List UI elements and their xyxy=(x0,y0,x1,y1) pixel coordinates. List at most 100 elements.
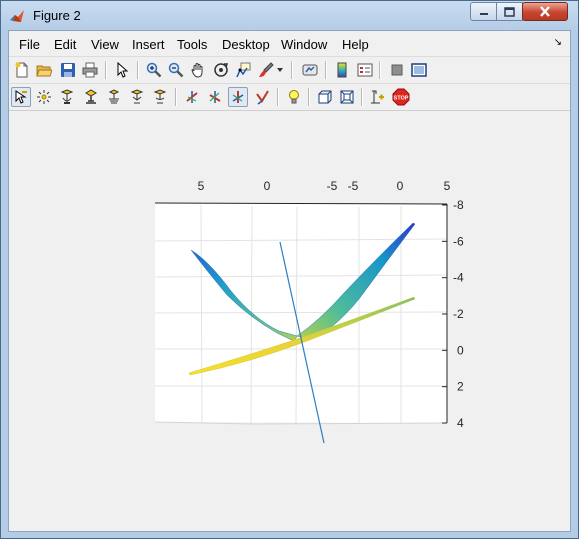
pan-button[interactable] xyxy=(188,60,208,80)
hide-plot-tools-icon xyxy=(391,64,403,76)
toolbar-separator xyxy=(325,61,327,79)
zoom-out-button[interactable] xyxy=(166,60,186,80)
no-principal-axis-button[interactable] xyxy=(252,87,272,107)
menu-insert[interactable]: Insert xyxy=(132,37,165,52)
roll-camera-icon xyxy=(153,89,167,104)
menu-help[interactable]: Help xyxy=(342,37,369,52)
right-axis-tick-label: 2 xyxy=(457,380,464,394)
edit-plot-button[interactable] xyxy=(112,60,132,80)
brush-icon xyxy=(259,62,274,77)
zoom-out-icon xyxy=(168,62,184,78)
top-axis-tick-label: 5 xyxy=(444,179,451,193)
top-axis-tick-label: 5 xyxy=(198,179,205,193)
toolbar-separator xyxy=(291,61,293,79)
pan-tilt-button[interactable] xyxy=(81,87,101,107)
close-button[interactable] xyxy=(522,2,568,21)
zoom-camera-button[interactable] xyxy=(127,87,147,107)
top-axis-tick-label: 0 xyxy=(397,179,404,193)
window-title: Figure 2 xyxy=(33,8,81,23)
zoom-in-icon xyxy=(146,62,162,78)
x-principal-axis-icon xyxy=(186,91,198,103)
select-camera-button[interactable] xyxy=(11,87,31,107)
axes-3d[interactable]: -8 -6 -4 -2 0 2 4 5 0 -5 -5 0 5 xyxy=(9,111,570,531)
brush-button[interactable] xyxy=(256,60,276,80)
z-principal-axis-icon xyxy=(232,91,244,103)
perspective-projection-button[interactable] xyxy=(337,87,357,107)
figure-client-area: File Edit View Insert Tools Desktop Wind… xyxy=(8,30,571,532)
top-axis-tick-label: 0 xyxy=(264,179,271,193)
insert-colorbar-icon xyxy=(337,62,347,78)
y-principal-axis-icon xyxy=(209,91,221,103)
move-camera-icon xyxy=(108,89,120,104)
title-bar[interactable]: Figure 2 xyxy=(1,1,578,29)
rotate-3d-button[interactable] xyxy=(211,60,231,80)
menu-window[interactable]: Window xyxy=(281,37,327,52)
maximize-button[interactable] xyxy=(496,2,523,21)
toolbar-separator xyxy=(277,88,279,106)
menu-bar: File Edit View Insert Tools Desktop Wind… xyxy=(9,31,570,55)
roll-camera-button[interactable] xyxy=(150,87,170,107)
top-axis: 5 0 -5 -5 0 5 xyxy=(154,179,451,205)
save-figure-button[interactable] xyxy=(58,60,78,80)
orbit-camera-button[interactable] xyxy=(57,87,77,107)
stop-camera-button[interactable]: STOP xyxy=(391,87,411,107)
data-cursor-button[interactable] xyxy=(233,60,253,80)
matlab-logo-icon xyxy=(10,10,24,22)
toolbar-separator xyxy=(308,88,310,106)
select-camera-icon xyxy=(15,90,27,104)
x-principal-axis-button[interactable] xyxy=(182,87,202,107)
zoom-in-button[interactable] xyxy=(144,60,164,80)
rotate-3d-icon xyxy=(214,63,229,77)
figure-window: Figure 2 File Edit View Insert Tools Des… xyxy=(0,0,579,539)
toolbar-separator xyxy=(105,61,107,79)
new-figure-icon xyxy=(15,62,28,78)
toggle-scene-light-button[interactable] xyxy=(284,87,304,107)
reset-camera-button[interactable] xyxy=(368,87,388,107)
toolbar-separator xyxy=(379,61,381,79)
top-axis-tick-label: -5 xyxy=(348,179,359,193)
z-principal-axis-button[interactable] xyxy=(228,87,248,107)
toolbar-separator xyxy=(137,61,139,79)
menu-view[interactable]: View xyxy=(91,37,119,52)
brush-dropdown-icon xyxy=(277,68,283,72)
orbit-light-button[interactable] xyxy=(34,87,54,107)
pan-tilt-icon xyxy=(85,89,97,104)
print-figure-button[interactable] xyxy=(80,60,100,80)
stop-label: STOP xyxy=(394,96,409,102)
brush-dropdown-button[interactable] xyxy=(275,60,285,80)
toggle-scene-light-icon xyxy=(289,90,299,104)
hide-plot-tools-button[interactable] xyxy=(387,60,407,80)
camera-toolbar: STOP xyxy=(9,83,570,111)
minimize-button[interactable] xyxy=(470,2,497,21)
new-figure-button[interactable] xyxy=(12,60,32,80)
perspective-projection-icon xyxy=(340,90,354,104)
menu-desktop[interactable]: Desktop xyxy=(222,37,270,52)
minimize-icon xyxy=(479,12,488,15)
link-plot-button[interactable] xyxy=(300,60,320,80)
show-plot-tools-button[interactable] xyxy=(409,60,429,80)
zoom-camera-icon xyxy=(130,89,144,104)
insert-colorbar-button[interactable] xyxy=(332,60,352,80)
figure-canvas[interactable]: -8 -6 -4 -2 0 2 4 5 0 -5 -5 0 5 xyxy=(9,111,570,531)
open-file-button[interactable] xyxy=(34,60,54,80)
pan-icon xyxy=(191,63,203,78)
menu-edit[interactable]: Edit xyxy=(54,37,76,52)
move-camera-button[interactable] xyxy=(104,87,124,107)
y-principal-axis-button[interactable] xyxy=(205,87,225,107)
reset-camera-icon xyxy=(371,90,384,104)
menu-file[interactable]: File xyxy=(19,37,40,52)
top-axis-tick-label: -5 xyxy=(327,179,338,193)
print-figure-icon xyxy=(82,62,98,78)
maximize-icon xyxy=(504,6,515,17)
insert-legend-button[interactable] xyxy=(355,60,375,80)
save-figure-icon xyxy=(61,63,75,77)
menu-tools[interactable]: Tools xyxy=(177,37,207,52)
dock-figure-icon[interactable]: ↘ xyxy=(554,37,562,48)
stop-camera-icon: STOP xyxy=(392,88,410,106)
orbit-light-icon xyxy=(37,90,51,104)
edit-plot-icon xyxy=(117,62,129,78)
insert-legend-icon xyxy=(357,63,373,77)
orthographic-projection-button[interactable] xyxy=(315,87,335,107)
no-principal-axis-icon xyxy=(256,90,269,105)
open-file-icon xyxy=(36,65,52,77)
